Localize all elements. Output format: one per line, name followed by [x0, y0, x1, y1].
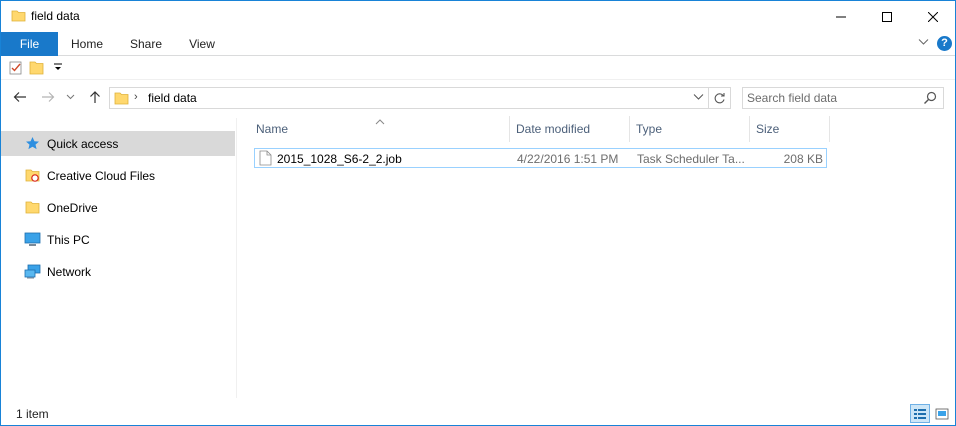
computer-icon: [24, 232, 41, 250]
maximize-button[interactable]: [864, 1, 910, 32]
column-header-name[interactable]: Name: [250, 116, 510, 142]
customize-toolbar-icon[interactable]: [53, 61, 63, 75]
folder-icon: [11, 8, 26, 26]
new-folder-icon[interactable]: [29, 60, 44, 78]
properties-icon[interactable]: [9, 60, 23, 78]
file-size: 208 KB: [783, 152, 823, 166]
sidebar-item-label: OneDrive: [47, 201, 98, 215]
sidebar-item-label: Network: [47, 265, 92, 279]
column-header-size[interactable]: Size: [750, 116, 830, 142]
close-button[interactable]: [910, 1, 956, 32]
help-icon-label: ?: [937, 36, 952, 51]
chevron-down-icon[interactable]: [693, 91, 704, 105]
help-icon[interactable]: ?: [937, 36, 952, 51]
forward-button[interactable]: [39, 88, 57, 106]
details-view-icon: [914, 408, 926, 419]
navigation-pane: Quick access Creative Cloud Files OneDri…: [1, 118, 237, 398]
file-name: 2015_1028_S6-2_2.job: [277, 152, 402, 166]
window-title: field data: [31, 9, 80, 23]
large-icons-view-icon: [935, 408, 949, 419]
refresh-button[interactable]: [709, 87, 731, 109]
address-bar[interactable]: › field data: [109, 87, 709, 109]
details-view-button[interactable]: [910, 404, 930, 423]
tab-share[interactable]: Share: [123, 32, 169, 56]
file-list: Name Date modified Type Size 2015_1028_S…: [238, 112, 955, 402]
sidebar-item-label: Creative Cloud Files: [47, 169, 156, 183]
sidebar-item-onedrive[interactable]: OneDrive: [1, 195, 235, 220]
ribbon-tabs: File Home Share View ?: [1, 32, 955, 56]
sidebar-item-creative-cloud-files[interactable]: Creative Cloud Files: [1, 163, 235, 188]
breadcrumb-chevron-icon[interactable]: ›: [134, 91, 138, 103]
network-icon: [24, 264, 41, 282]
minimize-button[interactable]: [818, 1, 864, 32]
sidebar-item-quick-access[interactable]: Quick access: [1, 131, 235, 156]
back-button[interactable]: [11, 88, 29, 106]
item-count: 1 item: [16, 407, 49, 421]
sidebar-item-this-pc[interactable]: This PC: [1, 227, 235, 252]
column-header-date-modified[interactable]: Date modified: [510, 116, 630, 142]
file-type: Task Scheduler Ta...: [637, 152, 745, 166]
up-button[interactable]: [86, 88, 104, 106]
search-icon[interactable]: [923, 91, 937, 108]
expand-ribbon-icon[interactable]: [918, 36, 929, 50]
sidebar-item-label: Quick access: [47, 137, 119, 151]
status-bar: 1 item: [1, 403, 955, 425]
search-box[interactable]: [742, 87, 944, 109]
sidebar-item-label: This PC: [47, 233, 90, 247]
folder-icon: [114, 91, 129, 109]
file-date-modified: 4/22/2016 1:51 PM: [517, 152, 619, 166]
title-bar: field data: [1, 1, 955, 32]
tab-view[interactable]: View: [181, 32, 223, 56]
recent-locations-icon[interactable]: [64, 88, 76, 106]
star-icon: [25, 136, 40, 154]
breadcrumb-field-data[interactable]: field data: [148, 91, 197, 105]
explorer-window: field data File Home Share View ? › fiel…: [0, 0, 956, 426]
sidebar-item-network[interactable]: Network: [1, 259, 235, 284]
column-header-type[interactable]: Type: [630, 116, 750, 142]
large-icons-view-button[interactable]: [932, 404, 952, 423]
address-row: › field data: [1, 84, 955, 112]
creative-cloud-folder-icon: [25, 168, 41, 186]
tab-home[interactable]: Home: [62, 32, 112, 56]
tab-file[interactable]: File: [1, 32, 58, 56]
table-row[interactable]: 2015_1028_S6-2_2.job 4/22/2016 1:51 PM T…: [254, 148, 827, 168]
folder-icon: [25, 200, 40, 218]
quick-access-toolbar: [1, 56, 955, 80]
search-input[interactable]: [747, 90, 917, 106]
file-icon: [259, 150, 272, 169]
